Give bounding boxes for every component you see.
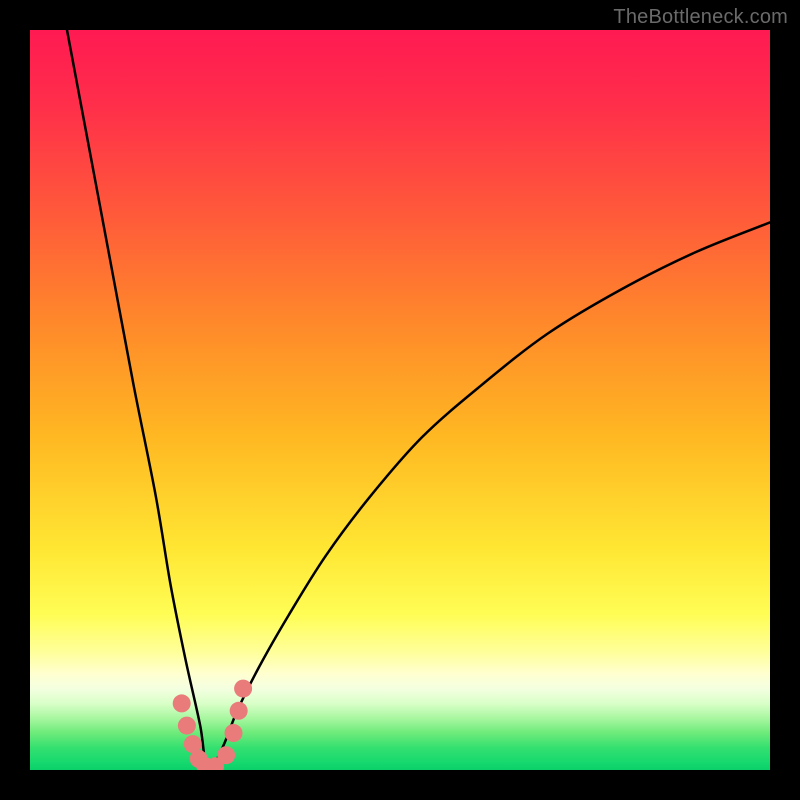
bottleneck-curve bbox=[67, 30, 770, 770]
marker-dot bbox=[234, 680, 252, 698]
marker-dot bbox=[178, 717, 196, 735]
watermark-text: TheBottleneck.com bbox=[613, 6, 788, 29]
marker-dots bbox=[173, 680, 252, 770]
curve-layer bbox=[30, 30, 770, 770]
marker-dot bbox=[230, 702, 248, 720]
marker-dot bbox=[225, 724, 243, 742]
bottleneck-curve-path bbox=[67, 30, 770, 770]
chart-frame: TheBottleneck.com bbox=[0, 0, 800, 800]
marker-dot bbox=[217, 746, 235, 764]
plot-area bbox=[30, 30, 770, 770]
marker-dot bbox=[173, 694, 191, 712]
